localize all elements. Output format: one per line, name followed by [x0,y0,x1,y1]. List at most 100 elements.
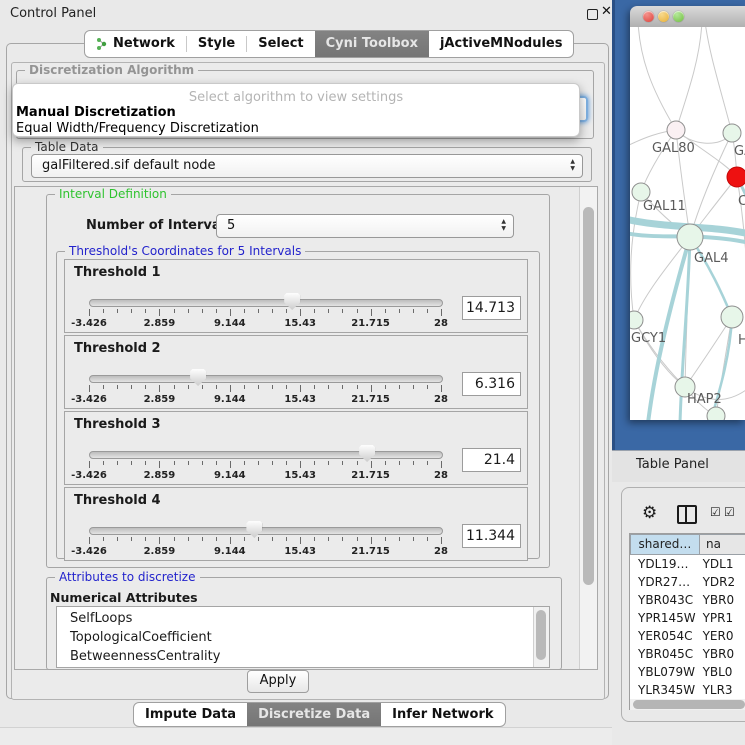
slider-tick [357,385,358,389]
threshold-slider-thumb[interactable] [284,293,300,310]
algorithm-dropdown-popup: Select algorithm to view settings Manual… [12,83,580,137]
column-header-shared[interactable]: shared… [630,534,700,555]
threshold-slider-thumb[interactable] [246,521,262,538]
slider-tick-label: -3.426 [71,394,107,405]
table-cell: YER0 [697,627,745,645]
slider-tick [342,385,343,389]
slider-tick [357,537,358,541]
tab-select[interactable]: Select [247,31,314,57]
threshold-label: Threshold 4 [74,493,161,508]
tab-network[interactable]: Network [85,31,186,57]
slider-tick [258,385,259,389]
slider-tick-label: 28 [434,546,448,557]
table-row[interactable]: YBR045CYBR0 [630,645,745,663]
tab-style[interactable]: Style [187,31,246,57]
tab-label: Infer Network [392,703,493,726]
slider-tick [159,385,160,392]
node-gal80[interactable] [667,121,685,139]
node-gcy1[interactable] [630,311,643,329]
slider-tick-label: 2.859 [144,546,176,557]
scrollbar-thumb[interactable] [633,700,745,709]
node-bottom[interactable] [707,407,725,420]
network-window-titlebar[interactable] [630,6,745,28]
table-data-combobox[interactable]: galFiltered.sif default node ▲▼ [31,154,583,178]
node-h[interactable] [721,306,743,328]
gear-icon[interactable]: ⚙ [642,503,657,523]
dropdown-placeholder-item[interactable]: Select algorithm to view settings [13,90,579,105]
tab-cyni-toolbox[interactable]: Cyni Toolbox [315,31,429,57]
table-row[interactable]: YPR145WYPR1 [630,609,745,627]
table-row[interactable]: YDR27…YDR2 [630,573,745,591]
threshold-value-field[interactable]: 6.316 [462,372,521,396]
threshold-slider-thumb[interactable] [359,445,375,462]
tab-jactivemnodules[interactable]: jActiveMNodules [429,31,574,57]
node-gal4[interactable] [677,224,703,250]
slider-tick-label: 15.43 [284,394,316,405]
apply-button[interactable]: Apply [247,670,309,693]
slider-tick [286,461,287,465]
dropdown-option-manual[interactable]: Manual Discretization [16,105,176,120]
columns-icon[interactable] [677,505,697,524]
table-cell: YLR345W [630,681,697,699]
slider-tick [131,385,132,389]
checkbox-icon[interactable]: ☑ [710,505,721,519]
slider-tick [399,309,400,313]
column-header-name[interactable]: na [700,534,745,555]
slider-tick [441,309,442,316]
table-row[interactable]: YBL079WYBL0 [630,663,745,681]
table-row[interactable]: YDL19…YDL1 [630,555,745,573]
numerical-attributes-list[interactable]: SelfLoopsTopologicalCoefficientBetweenne… [56,606,550,668]
threshold-value-field[interactable]: 14.713 [462,296,521,320]
threshold-slider-track[interactable] [89,299,443,307]
node-red[interactable] [727,167,745,187]
num-intervals-combobox[interactable]: 5 ▲▼ [216,214,514,238]
combo-arrows-icon: ▲▼ [570,158,575,172]
tab-infer-network[interactable]: Infer Network [381,703,504,726]
slider-tick-label: 28 [434,470,448,481]
node-ga[interactable] [723,124,741,142]
threshold-value-field[interactable]: 21.4 [462,448,521,472]
slider-tick [286,309,287,313]
slider-tick [188,537,189,541]
checkbox-icon[interactable]: ☑ [724,505,735,519]
table-row[interactable]: YLR345WYLR3 [630,681,745,699]
attributes-list-scrollbar[interactable] [533,607,549,667]
close-icon[interactable]: ✕ [601,4,612,19]
node-label: GAL80 [652,141,695,156]
table-row[interactable]: YBR043CYBR0 [630,591,745,609]
node-label: HAP2 [687,392,722,407]
table-row[interactable]: YER054CYER0 [630,627,745,645]
slider-tick [230,309,231,316]
attribute-item[interactable]: SelfLoops [57,609,533,628]
tab-label: Impute Data [145,703,236,726]
dropdown-option-equal-width[interactable]: Equal Width/Frequency Discretization [16,121,259,136]
slider-tick [258,461,259,465]
node-label: GA [734,144,745,159]
slider-tick [216,309,217,313]
threshold-slider-track[interactable] [89,451,443,459]
scrollbar-thumb[interactable] [536,610,546,660]
network-canvas[interactable]: GAL80 GA GAL11 C GAL4 GCY1 H HAP2 [630,27,745,420]
zoom-traffic-light-icon[interactable] [673,11,684,22]
tab-discretize-data[interactable]: Discretize Data [247,703,381,726]
attribute-item[interactable]: TopologicalCoefficient [57,628,533,647]
float-window-icon[interactable] [587,9,598,20]
threshold-slider-track[interactable] [89,527,443,535]
slider-tick-label: 15.43 [284,318,316,329]
threshold-slider-thumb[interactable] [190,369,206,386]
network-window[interactable]: GAL80 GA GAL11 C GAL4 GCY1 H HAP2 [630,6,745,420]
slider-tick [328,461,329,465]
vertical-scrollbar[interactable] [579,187,597,669]
threshold-slider-track[interactable] [89,375,443,383]
tab-impute-data[interactable]: Impute Data [134,703,247,726]
node-label: H [738,333,745,348]
screen: Control Panel ✕ Network Style Select Cyn… [0,0,745,745]
horizontal-scrollbar[interactable] [630,699,745,710]
minimize-traffic-light-icon[interactable] [658,11,669,22]
close-traffic-light-icon[interactable] [643,11,654,22]
threshold-value-field[interactable]: 11.344 [462,524,521,548]
scrollbar-thumb[interactable] [583,207,594,585]
slider-tick-label: 21.715 [351,546,390,557]
slider-tick [131,537,132,541]
attribute-item[interactable]: BetweennessCentrality [57,647,533,666]
